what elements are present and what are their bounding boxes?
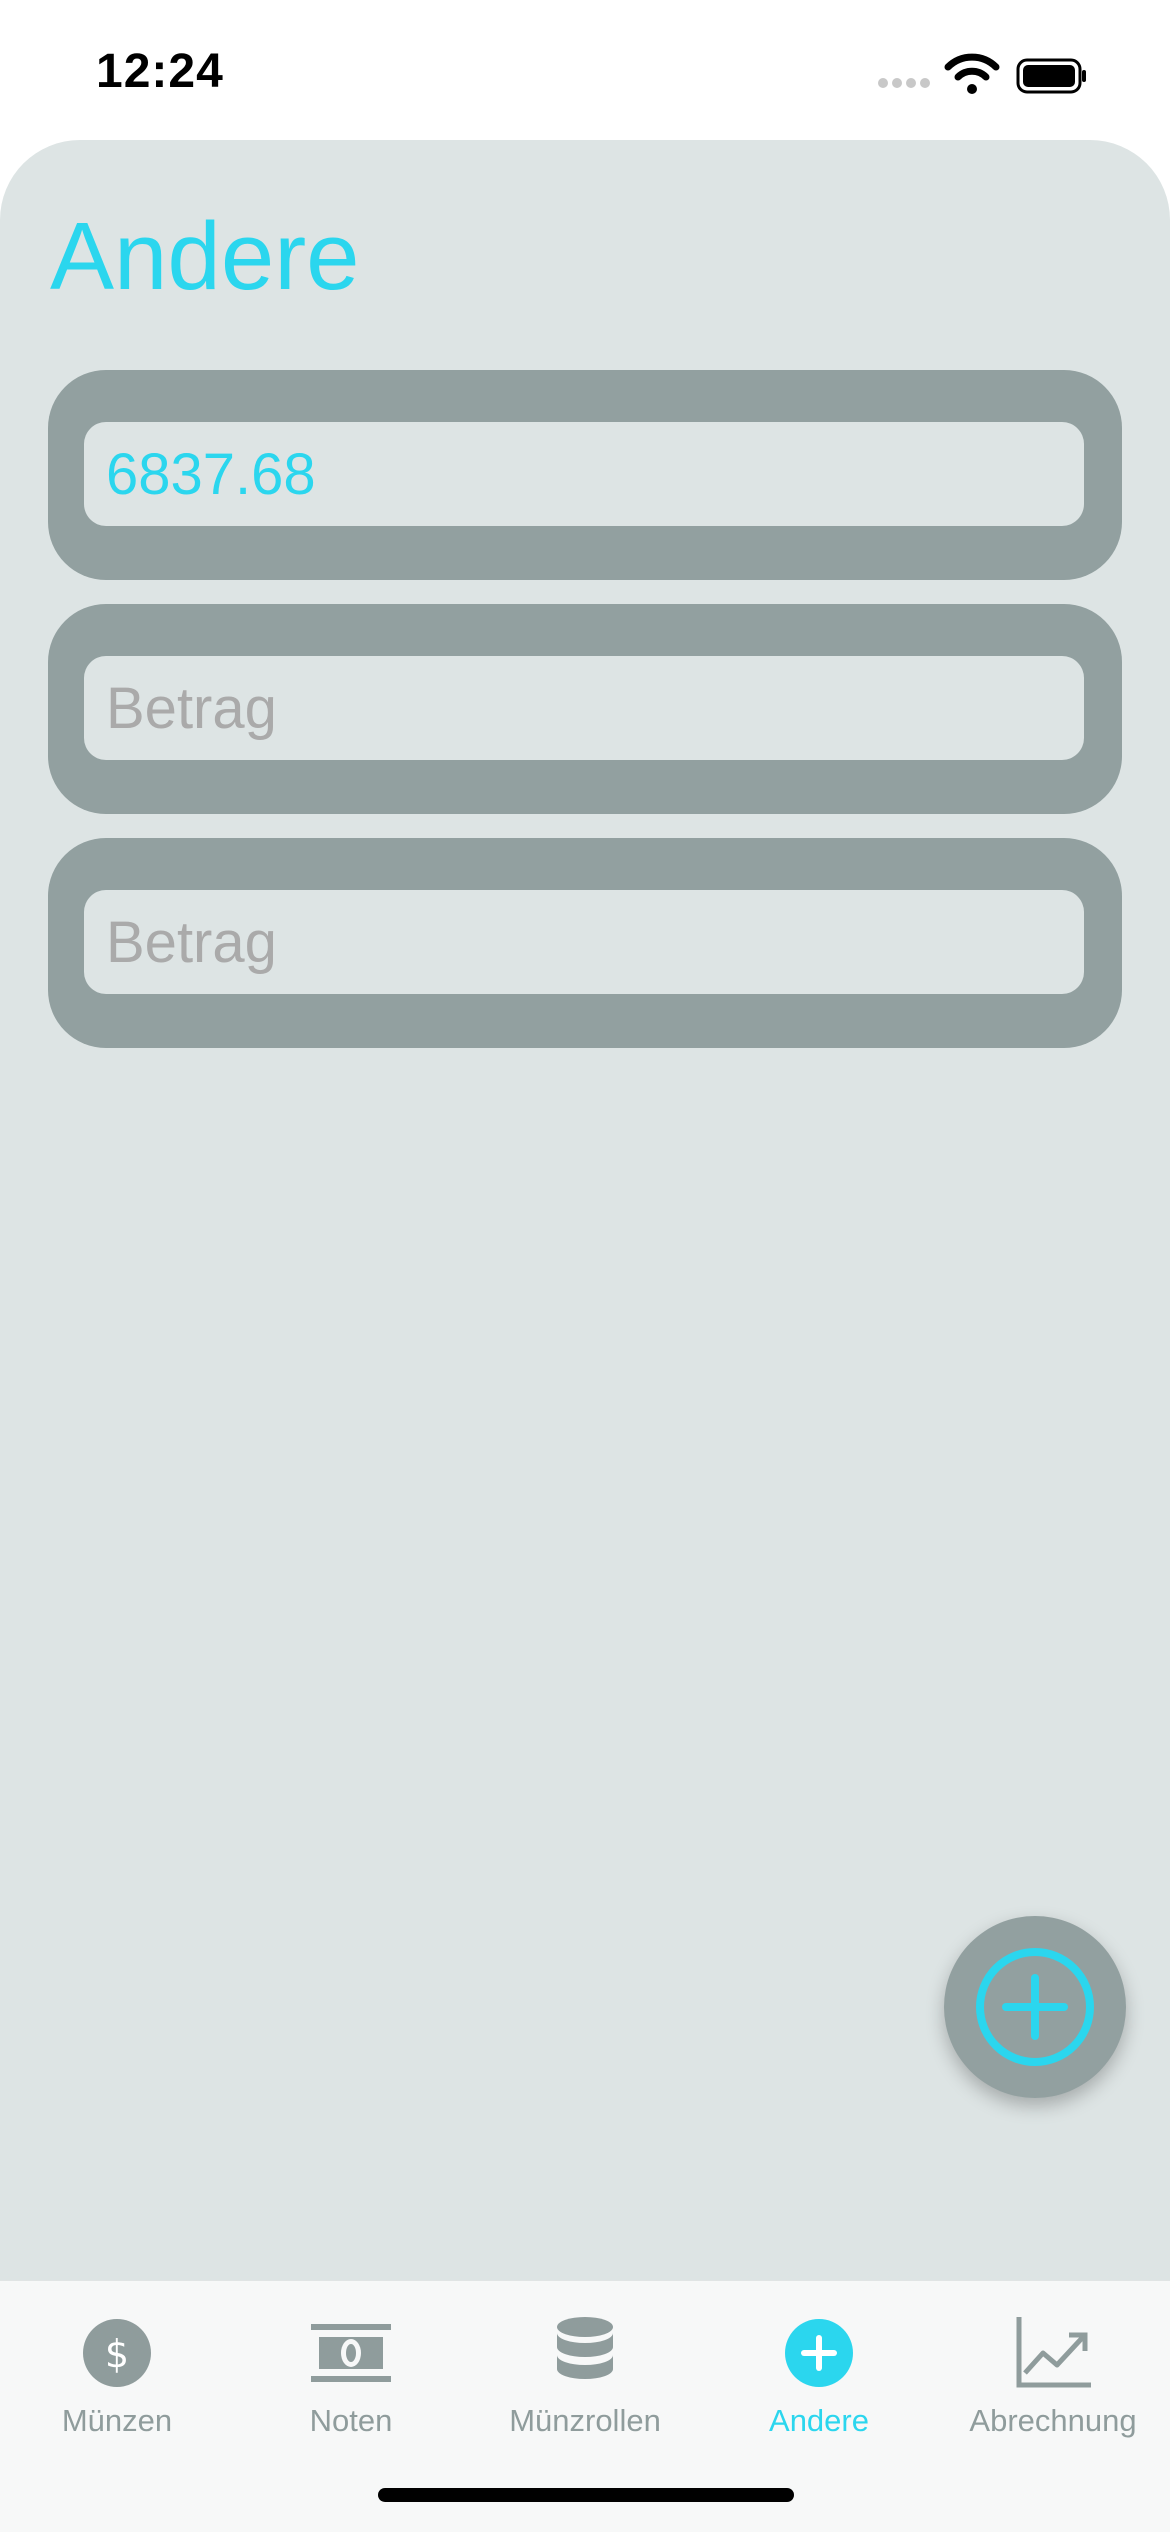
home-indicator bbox=[378, 2488, 794, 2502]
plus-circle-icon bbox=[976, 1948, 1094, 2066]
coin-roll-icon bbox=[557, 2317, 613, 2379]
tab-label: Abrechnung bbox=[969, 2403, 1137, 2438]
cellular-signal-icon bbox=[878, 78, 932, 90]
status-time: 12:24 bbox=[96, 45, 224, 98]
chart-icon bbox=[1016, 2317, 1091, 2388]
plus-circle-icon bbox=[785, 2319, 853, 2387]
entry-row bbox=[48, 370, 1122, 580]
svg-text:$: $ bbox=[105, 2332, 129, 2376]
wifi-icon bbox=[944, 53, 1000, 94]
entry-row bbox=[48, 604, 1122, 814]
amount-input[interactable] bbox=[84, 422, 1084, 526]
tab-andere[interactable]: Andere bbox=[702, 2301, 936, 2461]
battery-icon bbox=[1016, 58, 1086, 94]
dollar-coin-icon: $ bbox=[83, 2319, 151, 2387]
tab-label: Münzen bbox=[61, 2403, 173, 2438]
page-title: Andere bbox=[50, 203, 360, 310]
tab-label: Münzrollen bbox=[509, 2403, 661, 2438]
tab-muenzen[interactable]: $ Münzen bbox=[0, 2301, 234, 2461]
add-entry-button[interactable] bbox=[944, 1916, 1126, 2098]
entry-row bbox=[48, 838, 1122, 1048]
amount-input[interactable] bbox=[84, 656, 1084, 760]
tab-label: Noten bbox=[309, 2403, 393, 2438]
tab-label: Andere bbox=[769, 2403, 869, 2438]
tab-abrechnung[interactable]: Abrechnung bbox=[936, 2301, 1170, 2461]
status-bar: 12:24 bbox=[0, 0, 1170, 140]
tab-noten[interactable]: Noten bbox=[234, 2301, 468, 2461]
tab-muenzrollen[interactable]: Münzrollen bbox=[468, 2301, 702, 2461]
status-icons bbox=[878, 52, 1118, 96]
banknote-icon bbox=[311, 2324, 391, 2382]
amount-input[interactable] bbox=[84, 890, 1084, 994]
